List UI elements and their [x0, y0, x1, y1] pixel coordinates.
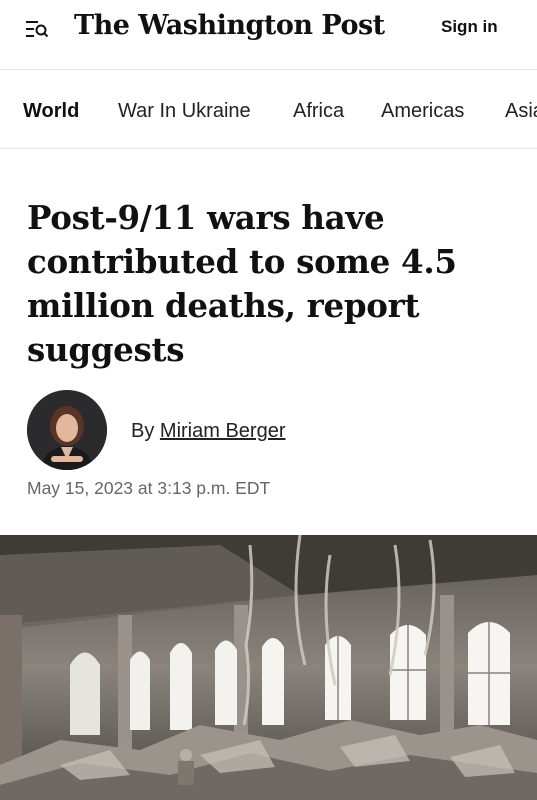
section-nav: World War In Ukraine Africa Americas Asi… — [0, 71, 537, 149]
headline-line: suggests — [27, 330, 185, 369]
top-bar: The Washington Post Sign in — [0, 0, 537, 70]
menu-search-icon[interactable] — [22, 16, 50, 42]
nav-item-asia[interactable]: Asia — [505, 100, 537, 123]
byline: By Miriam Berger — [131, 420, 285, 443]
author-link[interactable]: Miriam Berger — [160, 420, 286, 442]
headline-line: Post-9/11 wars have — [27, 198, 385, 237]
author-avatar[interactable] — [27, 390, 107, 470]
article-headline: Post-9/11 wars have contributed to some … — [27, 196, 497, 372]
nav-item-americas[interactable]: Americas — [381, 100, 464, 123]
headline-line: contributed to some 4.5 — [27, 242, 457, 281]
headline-line: million deaths, report — [27, 286, 420, 325]
nav-item-africa[interactable]: Africa — [293, 100, 344, 123]
byline-prefix: By — [131, 420, 155, 442]
sign-in-link[interactable]: Sign in — [441, 17, 498, 37]
publish-timestamp: May 15, 2023 at 3:13 p.m. EDT — [27, 478, 271, 498]
masthead-logo[interactable]: The Washington Post — [74, 10, 385, 41]
article-lead-photo — [0, 535, 537, 800]
nav-item-war-in-ukraine[interactable]: War In Ukraine — [118, 100, 251, 123]
nav-item-world[interactable]: World — [23, 100, 79, 123]
